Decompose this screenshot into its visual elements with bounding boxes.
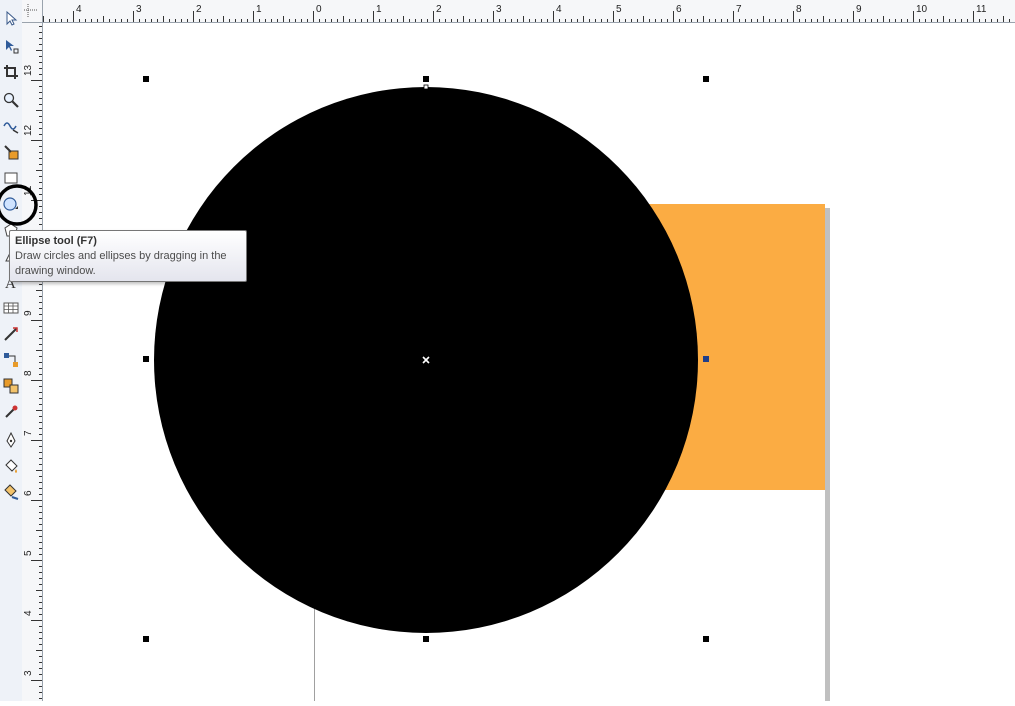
ruler-label: 10 [916,4,928,15]
smart-fill-tool-button[interactable] [1,142,21,162]
tooltip-title: Ellipse tool (F7) [15,235,97,247]
ruler-label: 1 [256,4,262,15]
zoom-tool-icon [3,92,19,108]
selection-handle-bottom[interactable] [423,636,429,642]
selection-handle-top[interactable] [423,76,429,82]
ruler-label: 4 [556,4,562,15]
ruler-label: 12 [23,124,34,136]
toolbox: A [0,0,23,701]
ruler-label: 1 [376,4,382,15]
ruler-label: 8 [796,4,802,15]
freehand-tool-button[interactable] [1,116,21,136]
dimension-tool-button[interactable] [1,324,21,344]
table-tool-button[interactable] [1,298,21,318]
horizontal-ruler-scale: 4 3 2 1 0 1 2 3 4 5 6 7 8 9 10 11 [43,4,1010,22]
eyedropper-tool-button[interactable] [1,402,21,422]
ruler-label: 13 [23,64,34,76]
ruler-origin-corner[interactable] [22,0,43,23]
tooltip-description: Draw circles and ellipses by dragging in… [15,250,227,277]
selection-handle-left[interactable] [143,356,149,362]
ruler-label: 3 [23,670,34,676]
blend-tool-icon [3,378,19,394]
vertical-ruler[interactable]: 131211109876543 [22,22,43,701]
ruler-label: 4 [23,610,34,616]
ruler-label: 3 [136,4,142,15]
vertical-ruler-scale: 131211109876543 [23,26,42,699]
interactive-fill-tool-button[interactable] [1,482,21,502]
crop-tool-icon [4,65,18,79]
ellipse-tool-tooltip: Ellipse tool (F7) Draw circles and ellip… [9,230,247,282]
drawing-canvas[interactable] [43,23,1015,701]
ruler-label: 6 [23,490,34,496]
dimension-tool-icon [4,327,18,341]
table-tool-icon [3,302,19,314]
ruler-label: 8 [23,370,34,376]
connector-tool-button[interactable] [1,350,21,370]
fill-tool-icon [5,459,18,473]
ruler-label: 6 [676,4,682,15]
eyedropper-tool-icon [5,405,18,418]
pick-tool-button[interactable] [1,8,21,28]
selection-handle-top-right[interactable] [703,76,709,82]
ruler-label: 2 [436,4,442,15]
ruler-label: 9 [856,4,862,15]
tool-highlight-circle [0,184,38,226]
fill-tool-button[interactable] [1,456,21,476]
selection-handle-bottom-right[interactable] [703,636,709,642]
ruler-label: 7 [736,4,742,15]
ruler-label: 4 [76,4,82,15]
ruler-label: 3 [496,4,502,15]
smart-fill-tool-icon [4,145,19,160]
ruler-origin-icon [24,4,38,18]
ruler-label: 5 [23,550,34,556]
shape-tool-button[interactable] [1,36,21,56]
ellipse-node[interactable] [423,84,429,90]
selection-handle-right[interactable] [703,356,709,362]
ruler-label: 2 [196,4,202,15]
pick-tool-icon [6,10,18,26]
zoom-tool-button[interactable] [1,90,21,110]
selection-handle-bottom-left[interactable] [143,636,149,642]
page-shadow [825,208,830,701]
freehand-tool-icon [3,122,19,134]
horizontal-ruler[interactable]: 4 3 2 1 0 1 2 3 4 5 6 7 8 9 10 11 [22,0,1015,23]
ruler-label: 0 [316,4,322,15]
ruler-label: 7 [23,430,34,436]
blend-tool-button[interactable] [1,376,21,396]
selection-handle-top-left[interactable] [143,76,149,82]
ruler-label: 5 [616,4,622,15]
drawing-area[interactable] [43,23,1015,701]
interactive-fill-tool-icon [4,484,19,500]
crop-tool-button[interactable] [1,62,21,82]
ruler-label: 11 [976,4,987,15]
outline-pen-tool-icon [6,432,16,448]
outline-pen-tool-button[interactable] [1,430,21,450]
connector-tool-icon [4,353,18,367]
shape-tool-icon [6,40,19,54]
ruler-label: 9 [23,310,34,316]
